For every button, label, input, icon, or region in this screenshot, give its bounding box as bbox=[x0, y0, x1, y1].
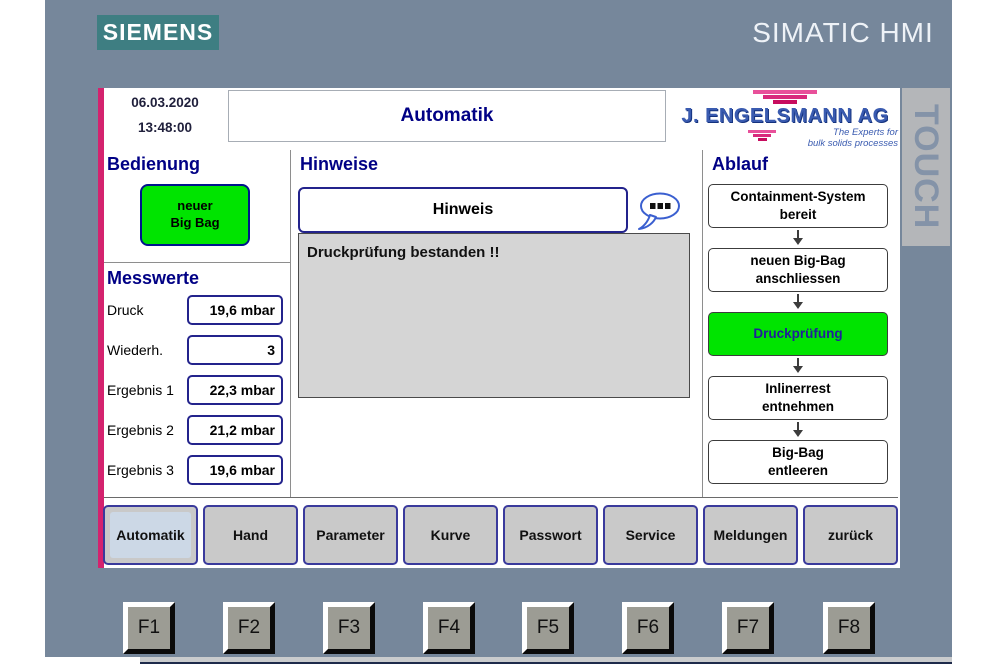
nav-button-label: Meldungen bbox=[714, 527, 788, 543]
step-line: bereit bbox=[780, 206, 817, 224]
page-title: Automatik bbox=[228, 90, 666, 142]
engelsmann-logo: J. ENGELSMANN AG The Experts for bulk so… bbox=[672, 90, 898, 148]
nav-button-parameter[interactable]: Parameter bbox=[303, 505, 398, 565]
step-line: Druckprüfung bbox=[753, 325, 842, 343]
fkey-f8[interactable]: F8 bbox=[823, 602, 875, 654]
hint-message: Druckprüfung bestanden !! bbox=[307, 244, 681, 261]
hmi-screen: 06.03.2020 13:48:00 Automatik J. ENGELSM… bbox=[98, 88, 900, 568]
neuer-big-bag-button[interactable]: neuer Big Bag bbox=[140, 184, 250, 246]
logo-triangle-bottom-icon bbox=[748, 130, 776, 141]
nav-button-passwort[interactable]: Passwort bbox=[503, 505, 598, 565]
ergebnis3-label: Ergebnis 3 bbox=[107, 462, 174, 478]
ergebnis3-value-field: 19,6 mbar bbox=[187, 455, 283, 485]
step-line: Inlinerrest bbox=[765, 380, 830, 398]
ablauf-heading: Ablauf bbox=[712, 154, 768, 175]
divider-left-middle bbox=[290, 150, 291, 497]
fkey-f1[interactable]: F1 bbox=[123, 602, 175, 654]
step-druckpruefung: Druckprüfung bbox=[708, 312, 888, 356]
touch-strip: TOUCH bbox=[902, 88, 950, 246]
hint-message-area: Druckprüfung bestanden !! bbox=[298, 233, 690, 398]
siemens-logo: SIEMENS bbox=[97, 15, 219, 50]
ergebnis1-value-field: 22,3 mbar bbox=[187, 375, 283, 405]
fkey-f6[interactable]: F6 bbox=[622, 602, 674, 654]
nav-button-kurve[interactable]: Kurve bbox=[403, 505, 498, 565]
hinweis-title-box: Hinweis bbox=[298, 187, 628, 233]
accent-stripe bbox=[98, 88, 104, 568]
step-line: anschliessen bbox=[756, 270, 841, 288]
nav-button-label: Kurve bbox=[431, 527, 471, 543]
nav-button-label: Automatik bbox=[116, 527, 184, 543]
fkey-f3[interactable]: F3 bbox=[323, 602, 375, 654]
nav-button-label: Passwort bbox=[519, 527, 581, 543]
logo-tagline: The Experts for bulk solids processes bbox=[808, 128, 898, 149]
ergebnis2-value-field: 21,2 mbar bbox=[187, 415, 283, 445]
divider-bedienung-messwerte bbox=[104, 262, 290, 263]
fkey-f4[interactable]: F4 bbox=[423, 602, 475, 654]
nav-button-service[interactable]: Service bbox=[603, 505, 698, 565]
fkey-f7[interactable]: F7 bbox=[722, 602, 774, 654]
messwerte-heading: Messwerte bbox=[107, 268, 199, 289]
datetime-display: 06.03.2020 13:48:00 bbox=[110, 95, 220, 145]
arrow-down-icon bbox=[792, 358, 804, 374]
nav-button-zurueck[interactable]: zurück bbox=[803, 505, 898, 565]
logo-tagline-line2: bulk solids processes bbox=[808, 139, 898, 150]
druck-label: Druck bbox=[107, 302, 144, 318]
wiederh-value-field: 3 bbox=[187, 335, 283, 365]
logo-triangle-top-icon bbox=[672, 90, 898, 104]
step-line: entleeren bbox=[768, 462, 828, 480]
step-inlinerrest: Inlinerrest entnehmen bbox=[708, 376, 888, 420]
nav-button-meldungen[interactable]: Meldungen bbox=[703, 505, 798, 565]
druck-value-field: 19,6 mbar bbox=[187, 295, 283, 325]
nav-button-label: Hand bbox=[233, 527, 268, 543]
step-line: Big-Bag bbox=[772, 444, 824, 462]
logo-name: J. ENGELSMANN AG bbox=[672, 105, 898, 128]
speech-bubble-icon bbox=[637, 191, 681, 231]
step-line: neuen Big-Bag bbox=[750, 252, 845, 270]
arrow-down-icon bbox=[792, 230, 804, 246]
fkey-f2[interactable]: F2 bbox=[223, 602, 275, 654]
step-containment-system: Containment-System bereit bbox=[708, 184, 888, 228]
arrow-down-icon bbox=[792, 294, 804, 310]
wiederh-label: Wiederh. bbox=[107, 342, 163, 358]
logo-tagline-line1: The Experts for bbox=[808, 128, 898, 139]
neuer-big-bag-button-line1: neuer bbox=[177, 198, 212, 215]
nav-button-hand[interactable]: Hand bbox=[203, 505, 298, 565]
step-line: Containment-System bbox=[730, 188, 865, 206]
step-big-bag-anschliessen: neuen Big-Bag anschliessen bbox=[708, 248, 888, 292]
step-big-bag-entleeren: Big-Bag entleeren bbox=[708, 440, 888, 484]
neuer-big-bag-button-line2: Big Bag bbox=[170, 215, 219, 232]
nav-button-automatik[interactable]: Automatik bbox=[103, 505, 198, 565]
fkey-f5[interactable]: F5 bbox=[522, 602, 574, 654]
arrow-down-icon bbox=[792, 422, 804, 438]
hmi-device: SIEMENS SIMATIC HMI TOUCH 06.03.2020 13:… bbox=[0, 0, 996, 664]
nav-button-label: zurück bbox=[828, 527, 873, 543]
time-label: 13:48:00 bbox=[110, 120, 220, 135]
date-label: 06.03.2020 bbox=[110, 95, 220, 110]
ergebnis1-label: Ergebnis 1 bbox=[107, 382, 174, 398]
nav-button-label: Parameter bbox=[316, 527, 385, 543]
bedienung-heading: Bedienung bbox=[107, 154, 200, 175]
hinweise-heading: Hinweise bbox=[300, 154, 378, 175]
divider-above-navbar bbox=[104, 497, 898, 498]
divider-middle-right bbox=[702, 150, 703, 497]
touch-label: TOUCH bbox=[902, 104, 950, 229]
step-line: entnehmen bbox=[762, 398, 834, 416]
nav-button-label: Service bbox=[626, 527, 676, 543]
simatic-hmi-label: SIMATIC HMI bbox=[733, 17, 953, 49]
ergebnis2-label: Ergebnis 2 bbox=[107, 422, 174, 438]
